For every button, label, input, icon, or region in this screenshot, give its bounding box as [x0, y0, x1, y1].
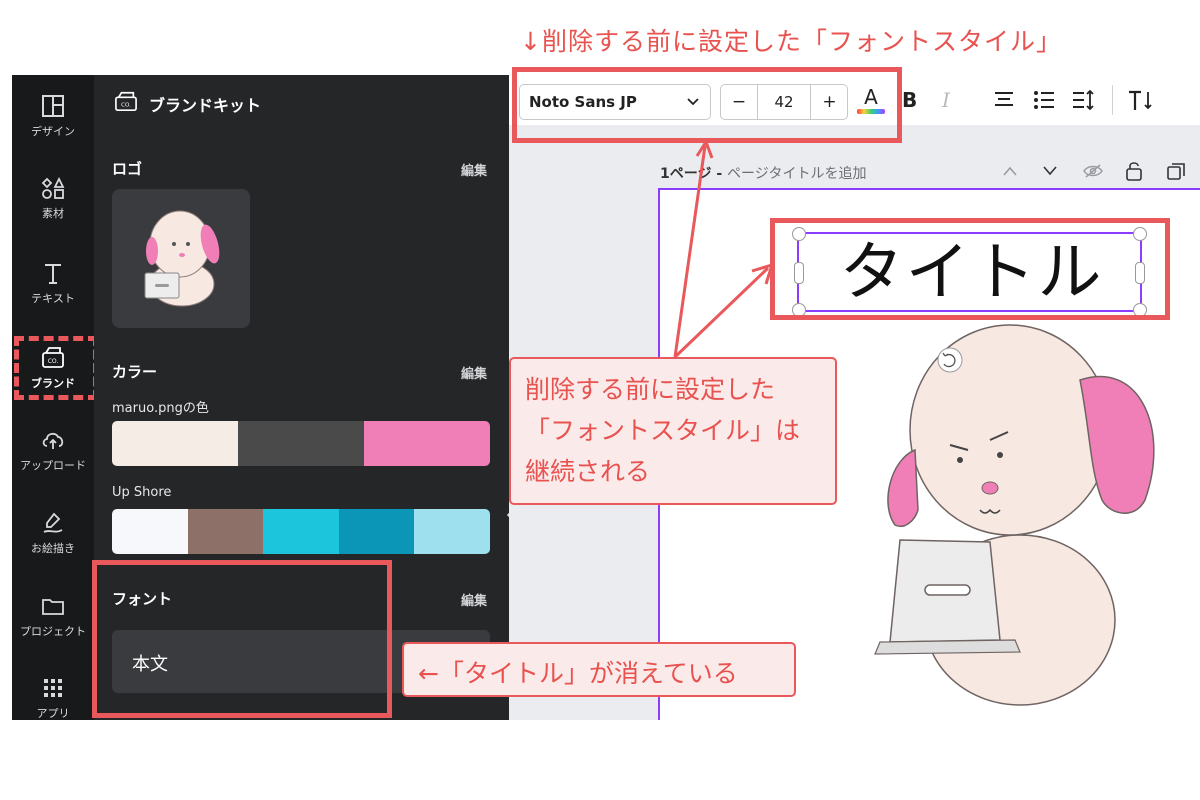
draw-icon	[43, 512, 63, 533]
svg-text:CO.: CO.	[121, 103, 131, 109]
italic-button[interactable]: I	[942, 88, 950, 112]
toolbar-divider	[1112, 85, 1113, 115]
rail-item-projects[interactable]: プロジェクト	[12, 593, 94, 663]
color-section-title: カラー	[112, 363, 158, 381]
chevron-up-icon[interactable]	[1002, 165, 1018, 177]
lock-icon[interactable]	[1125, 160, 1143, 182]
hide-icon[interactable]	[1082, 163, 1104, 179]
color-swatch[interactable]	[238, 421, 364, 466]
line-spacing-icon[interactable]	[1071, 89, 1095, 111]
logo-thumbnail[interactable]	[112, 189, 250, 328]
rail-label: アプリ	[36, 707, 70, 720]
duplicate-page-icon[interactable]	[1166, 162, 1186, 182]
layout-icon	[42, 95, 64, 117]
middle-annotation-line: 「フォントスタイル」は	[525, 416, 801, 445]
brand-kit-icon: CO.	[115, 91, 137, 111]
toolbar-highlight-box	[512, 67, 902, 143]
color-swatch[interactable]	[263, 509, 339, 554]
panel-title: ブランドキット	[149, 96, 262, 115]
palette-swatches	[112, 421, 490, 466]
folder-icon	[42, 599, 64, 615]
bottom-annotation: ←「タイトル」が消えている	[402, 642, 796, 697]
bullet-list-icon[interactable]	[1033, 89, 1055, 111]
color-swatch[interactable]	[338, 509, 415, 554]
font-edit-link[interactable]: 編集	[461, 590, 487, 609]
color-swatch[interactable]	[112, 421, 238, 466]
dog-illustration	[874, 324, 1155, 706]
font-highlight-box	[92, 560, 392, 718]
page-label: 1ページ -	[660, 166, 728, 182]
color-swatch[interactable]	[414, 509, 490, 554]
bold-button[interactable]: B	[902, 88, 917, 112]
rail-item-uploads[interactable]: アップロード	[12, 427, 94, 497]
logo-section-title: ロゴ	[112, 160, 143, 178]
palette-name: maruo.pngの色	[112, 401, 209, 416]
middle-annotation-line: 削除する前に設定した	[525, 375, 776, 404]
brand-highlight-box	[14, 336, 98, 400]
palette-name: Up Shore	[112, 485, 172, 500]
color-swatch[interactable]	[112, 509, 188, 554]
align-center-icon[interactable]	[993, 90, 1015, 110]
page-header: 1ページ - ページタイトルを追加	[660, 163, 866, 183]
rail-label: プロジェクト	[20, 625, 86, 638]
shapes-icon	[41, 176, 65, 199]
rail-label: デザイン	[31, 125, 75, 138]
palette-swatches	[112, 509, 490, 554]
rail-item-elements[interactable]: 素材	[12, 175, 94, 245]
text-icon	[45, 264, 61, 284]
rail-label: テキスト	[31, 292, 75, 305]
middle-annotation: 削除する前に設定した 「フォントスタイル」は 継続される	[509, 357, 837, 505]
cloud-upload-icon	[42, 432, 64, 449]
rail-item-draw[interactable]: お絵描き	[12, 510, 94, 580]
color-swatch[interactable]	[187, 509, 264, 554]
bottom-annotation-text: ←「タイトル」が消えている	[418, 659, 738, 688]
rail-label: アップロード	[20, 459, 86, 472]
rail-item-text[interactable]: テキスト	[12, 260, 94, 330]
text-transform-icon[interactable]	[1127, 88, 1155, 112]
page-title-input[interactable]: ページタイトルを追加	[727, 166, 866, 182]
rail-item-design[interactable]: デザイン	[12, 93, 94, 163]
color-swatch[interactable]	[364, 421, 490, 466]
color-edit-link[interactable]: 編集	[461, 363, 487, 382]
rail-item-apps[interactable]: アプリ	[12, 675, 94, 745]
apps-grid-icon	[44, 679, 62, 697]
chevron-down-icon[interactable]	[1042, 165, 1058, 177]
logo-edit-link[interactable]: 編集	[461, 160, 487, 179]
title-highlight-box	[770, 218, 1170, 320]
top-annotation: ↓削除する前に設定した「フォントスタイル」	[520, 27, 1062, 56]
middle-annotation-line: 継続される	[525, 457, 651, 486]
rail-label: お絵描き	[31, 542, 75, 555]
dog-logo-image	[144, 210, 220, 307]
rail-label: 素材	[42, 207, 64, 220]
